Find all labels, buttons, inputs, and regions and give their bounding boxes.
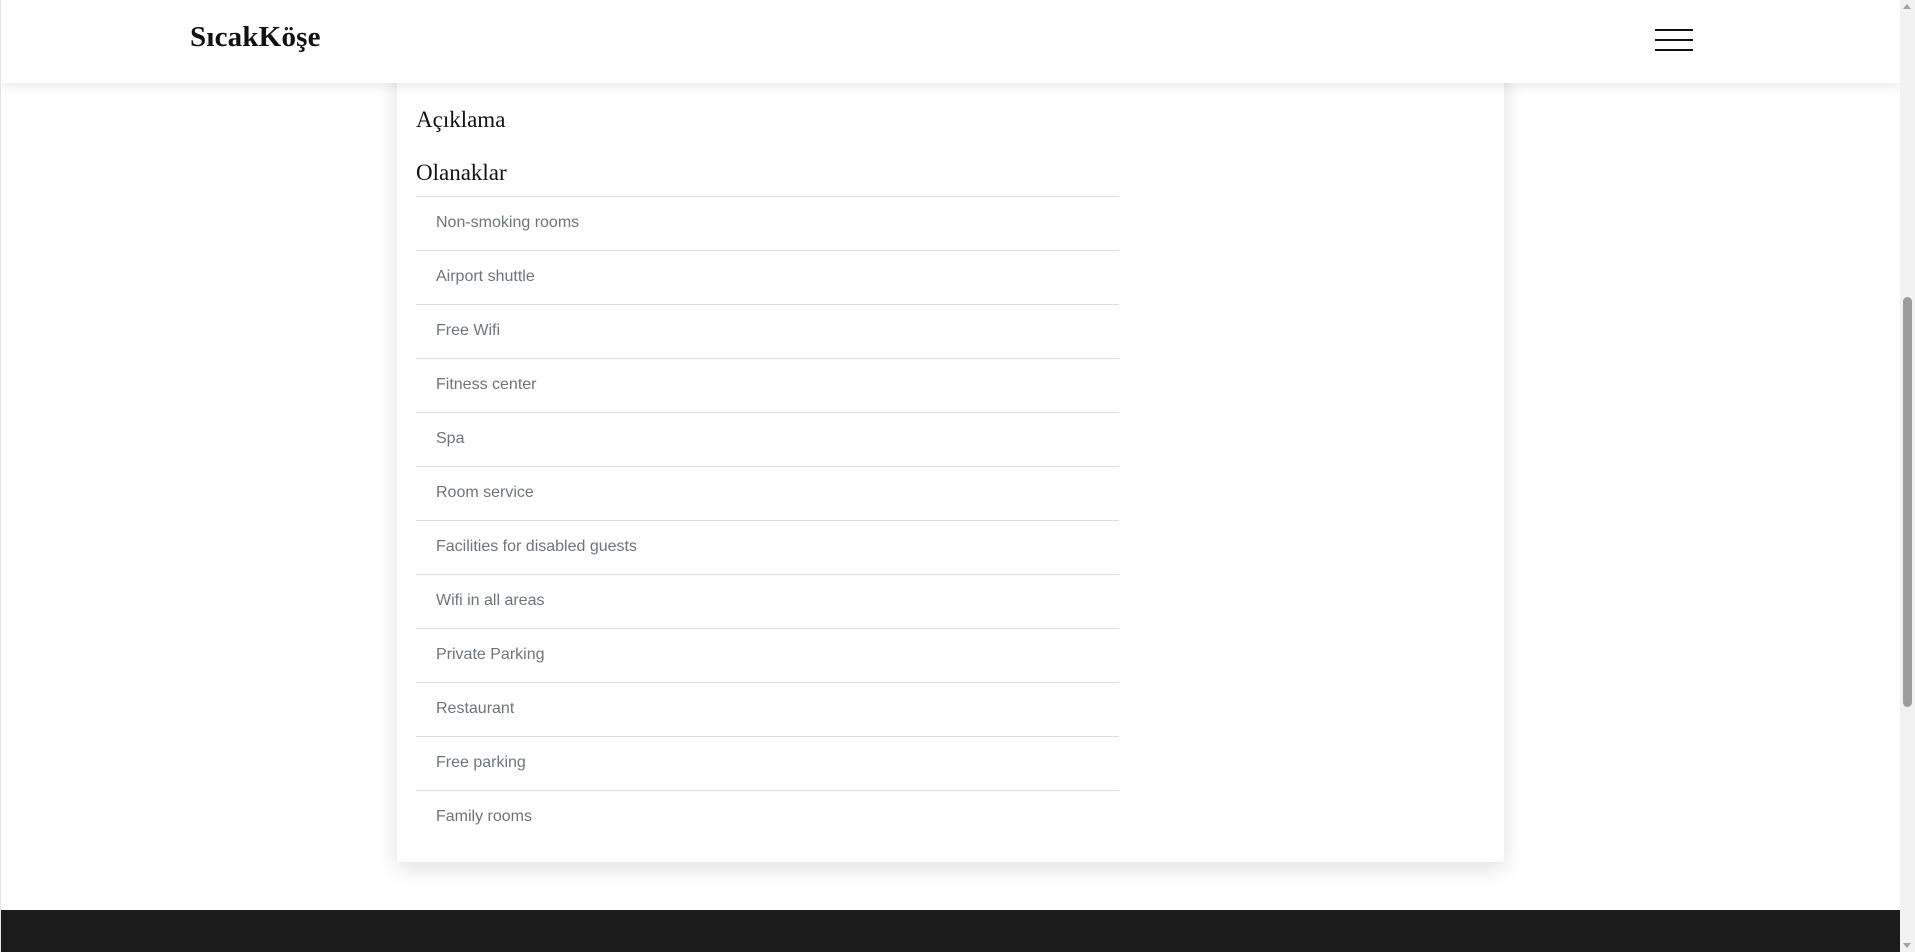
- amenity-item: Family rooms: [416, 790, 1119, 844]
- amenity-item: Free parking: [416, 736, 1119, 790]
- hamburger-menu-icon[interactable]: [1653, 25, 1695, 55]
- amenity-item: Spa: [416, 412, 1119, 466]
- scrollbar-thumb[interactable]: [1903, 297, 1912, 707]
- footer: [1, 910, 1900, 952]
- amenity-item: Fitness center: [416, 358, 1119, 412]
- page: SıcakKöşe Açıklama Olanaklar Non-smoking…: [0, 0, 1900, 952]
- amenity-item: Private Parking: [416, 628, 1119, 682]
- vertical-scrollbar[interactable]: [1900, 0, 1915, 952]
- amenities-list: Non-smoking rooms Airport shuttle Free W…: [416, 196, 1119, 844]
- scroll-up-arrow-icon[interactable]: [1903, 4, 1911, 9]
- amenities-heading: Olanaklar: [416, 160, 507, 185]
- amenity-item: Airport shuttle: [416, 250, 1119, 304]
- hamburger-line: [1655, 39, 1693, 41]
- navbar: SıcakKöşe: [1, 0, 1900, 83]
- hotel-details-card: Açıklama Olanaklar Non-smoking rooms Air…: [397, 40, 1504, 862]
- amenity-item: Wifi in all areas: [416, 574, 1119, 628]
- amenity-item: Non-smoking rooms: [416, 196, 1119, 250]
- description-heading: Açıklama: [416, 107, 506, 132]
- hamburger-line: [1655, 29, 1693, 31]
- amenity-item: Free Wifi: [416, 304, 1119, 358]
- scroll-down-arrow-icon[interactable]: [1903, 943, 1911, 948]
- amenity-item: Room service: [416, 466, 1119, 520]
- brand-logo[interactable]: SıcakKöşe: [190, 21, 321, 54]
- amenity-item: Restaurant: [416, 682, 1119, 736]
- amenity-item: Facilities for disabled guests: [416, 520, 1119, 574]
- hamburger-line: [1655, 49, 1693, 51]
